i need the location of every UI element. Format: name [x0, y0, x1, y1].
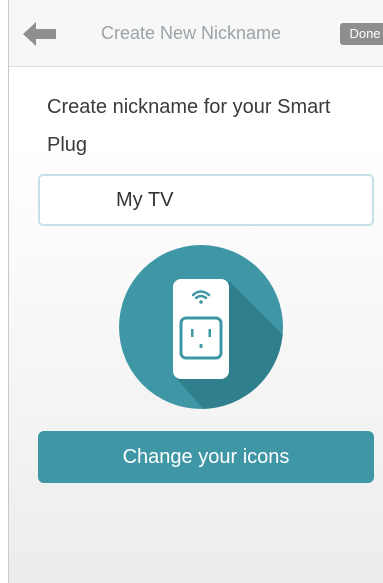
- app-screen: Create New Nickname Done Create nickname…: [8, 0, 383, 583]
- device-icon-badge[interactable]: [117, 243, 285, 411]
- nickname-input[interactable]: [38, 174, 374, 226]
- prompt-line-1: Create nickname for your Smart: [47, 96, 331, 118]
- smart-plug-icon: [119, 245, 283, 409]
- top-bar: Create New Nickname Done: [9, 0, 383, 67]
- done-button[interactable]: Done: [340, 23, 383, 45]
- change-icons-button[interactable]: Change your icons: [38, 431, 374, 483]
- back-button[interactable]: [23, 21, 57, 47]
- nickname-prompt: Create nickname for your Smart Plug: [47, 88, 367, 164]
- back-arrow-icon: [23, 22, 56, 46]
- page-title: Create New Nickname: [101, 23, 282, 43]
- prompt-line-2: Plug: [47, 134, 88, 156]
